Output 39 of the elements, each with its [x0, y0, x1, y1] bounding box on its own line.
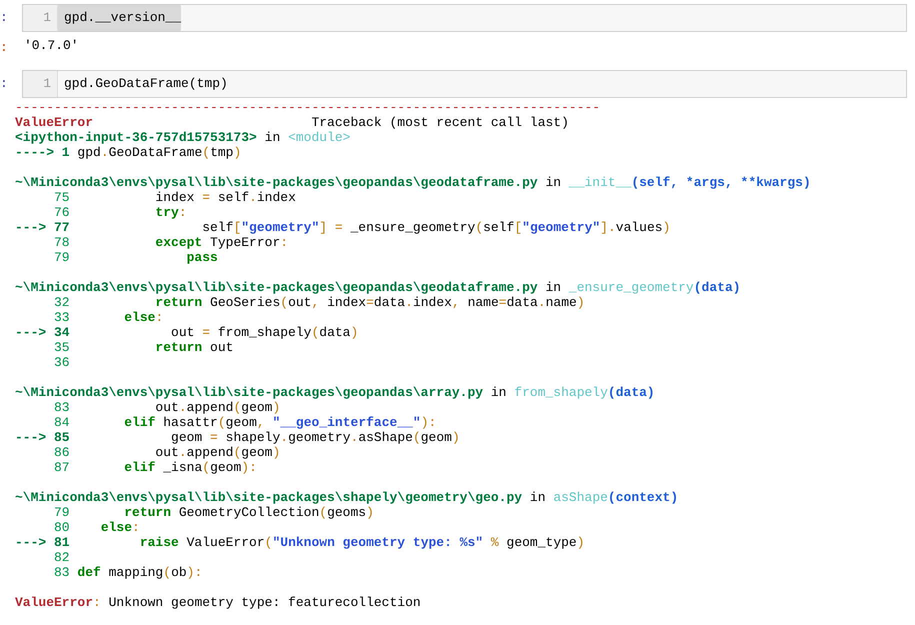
traceback-line: 83 out.append(geom): [53, 400, 280, 415]
traceback-line: 86 out.append(geom): [53, 445, 280, 460]
traceback-line: 87 elif _isna(geom):: [53, 460, 257, 475]
traceback-line: 79 pass: [53, 250, 218, 265]
traceback-line: 32 return GeoSeries(out, index=data.index, name=data.name): [53, 295, 585, 310]
traceback-line: ~\Miniconda3\envs\pysal\lib\site-packages\geopandas\geodataframe.py in __init__(self, *args, **kwargs): [15, 175, 811, 190]
code-cell[interactable]: 1 gpd.GeoDataFrame(tmp): [22, 70, 907, 98]
traceback-line: ----> 1 gpd.GeoDataFrame(tmp): [15, 145, 242, 160]
traceback-line: ~\Miniconda3\envs\pysal\lib\site-packages\geopandas\geodataframe.py in _ensure_geometry(data): [15, 280, 741, 295]
input-prompt: :: [0, 9, 9, 27]
traceback-line: 78 except TypeError:: [53, 235, 288, 250]
output-prompt: :: [0, 39, 9, 57]
code-cell[interactable]: 1 gpd.__version__: [22, 4, 907, 32]
output-text: '0.7.0': [23, 37, 79, 55]
traceback-line: 33 else:: [53, 310, 164, 325]
traceback-line: ---------------------------------------------------------------------------: [15, 100, 600, 115]
line-number: 1: [23, 5, 58, 31]
traceback-line: 82: [53, 550, 70, 565]
traceback-line: 80 else:: [53, 520, 140, 535]
traceback-line: 75 index = self.index: [53, 190, 296, 205]
code-text: gpd.__version__: [58, 5, 182, 31]
traceback-line: ValueError: Unknown geometry type: featurecollection: [15, 595, 421, 610]
code-text: gpd.GeoDataFrame(tmp): [63, 75, 228, 93]
traceback-line: ValueError Traceback (most recent call last): [15, 115, 569, 130]
traceback-line: ~\Miniconda3\envs\pysal\lib\site-packages\geopandas\array.py in from_shapely(data): [15, 385, 655, 400]
input-prompt: :: [0, 75, 9, 93]
traceback-line: 76 try:: [53, 205, 187, 220]
traceback-line: ---> 81 raise ValueError("Unknown geometry type: %s" % geom_type): [15, 535, 585, 550]
line-number: 1: [23, 71, 58, 97]
traceback-line: ~\Miniconda3\envs\pysal\lib\site-packages\shapely\geometry\geo.py in asShape(context): [15, 490, 678, 505]
traceback-line: 83 def mapping(ob):: [53, 565, 202, 580]
traceback-line: 84 elif hasattr(geom, "__geo_interface__"):: [53, 415, 436, 430]
traceback-line: ---> 77 self["geometry"] = _ensure_geometry(self["geometry"].values): [15, 220, 670, 235]
traceback-line: 35 return out: [53, 340, 234, 355]
traceback-line: 36: [53, 355, 70, 370]
traceback-line: 79 return GeometryCollection(geoms): [53, 505, 374, 520]
traceback-line: ---> 34 out = from_shapely(data): [15, 325, 358, 340]
traceback-line: ---> 85 geom = shapely.geometry.asShape(geom): [15, 430, 460, 445]
traceback-line: <ipython-input-36-757d15753173> in <module>: [15, 130, 350, 145]
